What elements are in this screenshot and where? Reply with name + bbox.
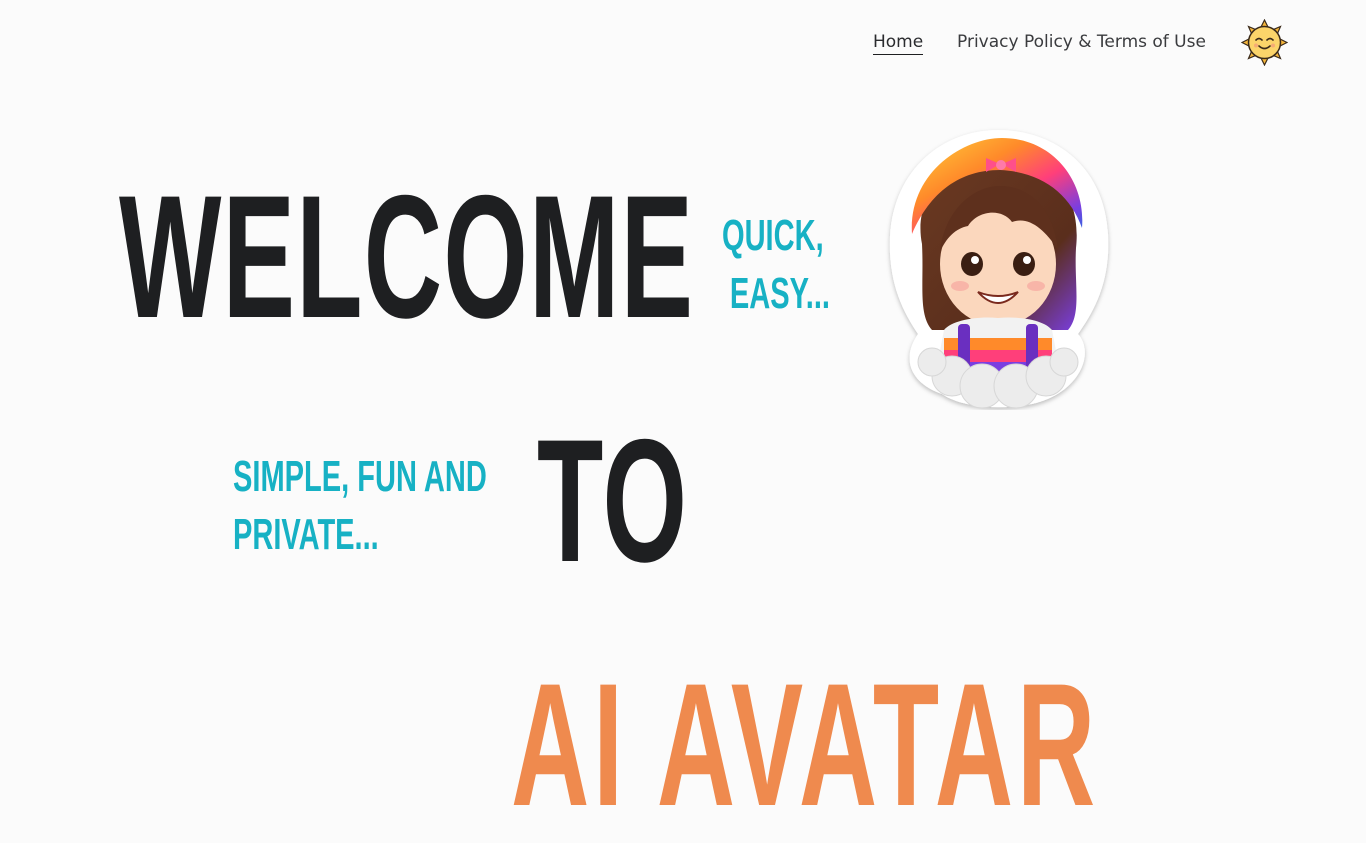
- hero-title-to: TO: [537, 404, 689, 599]
- hero-title-welcome: WELCOME: [119, 160, 695, 355]
- tagline-quick-line2: EASY...: [729, 269, 830, 318]
- nav-privacy-terms-link[interactable]: Privacy Policy & Terms of Use: [957, 30, 1206, 54]
- tagline-simple-line1: SIMPLE, FUN AND: [233, 452, 487, 501]
- tagline-simple-fun-private: SIMPLE, FUN AND PRIVATE...: [233, 448, 487, 564]
- nav-home-link[interactable]: Home: [873, 30, 924, 55]
- girl-avatar-sticker-icon: [882, 124, 1114, 410]
- top-navigation: Home Privacy Policy & Terms of Use: [0, 0, 1366, 84]
- tagline-quick-line1: QUICK,: [722, 211, 824, 260]
- tagline-quick-easy: QUICK, EASY...: [722, 207, 830, 323]
- smiling-sun-icon[interactable]: [1240, 18, 1289, 67]
- tagline-simple-line2: PRIVATE...: [233, 510, 379, 559]
- hero-title-ai-avatar: AI AVATAR: [511, 648, 1099, 843]
